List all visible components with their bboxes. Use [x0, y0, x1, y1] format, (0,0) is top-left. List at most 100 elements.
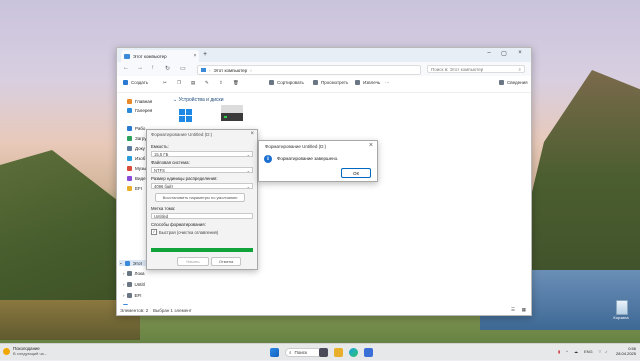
more-options-icon[interactable]: ···	[385, 80, 390, 85]
create-label: Создать	[131, 80, 149, 85]
drive-item-untitled[interactable]	[221, 105, 243, 121]
tab-close-icon[interactable]: ×	[191, 53, 199, 59]
store-icon[interactable]	[364, 348, 373, 357]
info-icon: i	[264, 155, 272, 163]
start-button[interactable]: Начать	[177, 257, 209, 266]
paste-icon[interactable]: ▤	[191, 80, 195, 86]
filesystem-select[interactable]: NTFS ⌄	[151, 167, 253, 173]
capacity-select[interactable]: 15,5 ГБ ⌄	[151, 151, 253, 157]
start-icon[interactable]	[270, 348, 279, 357]
create-button[interactable]: Создать	[123, 80, 148, 85]
cancel-button[interactable]: Отмена	[211, 257, 241, 266]
format-close-icon[interactable]: ×	[250, 131, 254, 137]
clock[interactable]: 0:56 28.04.2025	[612, 346, 636, 356]
taskbar-search[interactable]: ⌕ Поиск	[285, 348, 323, 357]
sidebar-item-gallery[interactable]: Галерея	[127, 108, 152, 113]
view-icon	[313, 80, 318, 85]
chevron-up-icon[interactable]: ^	[566, 349, 568, 354]
share-icon[interactable]: ⇪	[219, 80, 223, 86]
this-pc-icon	[124, 53, 130, 59]
usb-drive-icon	[221, 105, 243, 121]
recycle-bin-shortcut[interactable]: Корзина	[612, 300, 630, 322]
drive-icon	[126, 271, 132, 276]
search-input[interactable]: Поиск в: Этот компьютер ⌕	[427, 65, 525, 73]
sidebar-item-downloads[interactable]: Загру	[127, 136, 147, 141]
drive-item-windows[interactable]	[177, 109, 197, 125]
desktop-folder-icon	[127, 126, 132, 131]
weather-icon	[3, 347, 10, 355]
breadcrumb-chevron-icon: ›	[209, 67, 211, 73]
sidebar-item-home[interactable]: Главная	[127, 99, 152, 104]
search-placeholder: Поиск в: Этот компьютер	[431, 66, 484, 72]
ok-button[interactable]: ОК	[341, 168, 371, 178]
address-input[interactable]: › Этот компьютер ›	[197, 65, 421, 75]
onedrive-icon[interactable]: ☁	[574, 349, 578, 354]
minimize-button[interactable]: –	[483, 50, 495, 56]
filesystem-value: NTFS	[154, 167, 165, 173]
task-view-icon[interactable]	[319, 348, 328, 357]
details-view-icon[interactable]: ☰	[511, 307, 515, 313]
back-arrow-icon[interactable]: ←	[123, 65, 129, 71]
forward-arrow-icon[interactable]: →	[137, 65, 143, 71]
allocation-select[interactable]: 4096 байт ⌄	[151, 183, 253, 189]
volume-label-input[interactable]: Untitled	[151, 213, 253, 219]
allocation-value: 4096 байт	[154, 183, 174, 189]
eject-button[interactable]: Извлечь	[355, 80, 380, 85]
sidebar-item-documents[interactable]: Доку	[127, 146, 145, 151]
clock-date: 28.04.2025	[615, 351, 636, 356]
windows-drive-icon	[179, 109, 192, 122]
monitor-icon[interactable]: ▭	[180, 65, 186, 72]
chevron-right-icon: ›	[123, 293, 125, 298]
sidebar-item-desktop[interactable]: Рабо	[127, 126, 145, 131]
tree-item-local-disk[interactable]: › Лока	[123, 271, 145, 276]
tree-item-untitled[interactable]: › Untitl	[123, 282, 145, 287]
tree-item-efi[interactable]: › EFI	[123, 293, 142, 298]
search-icon: ⌕	[518, 66, 521, 72]
sort-button[interactable]: Сортировать	[269, 80, 304, 85]
notification-badge-icon[interactable]: ▮	[558, 349, 560, 354]
this-pc-icon	[124, 260, 130, 266]
sidebar-item-label: Главная	[135, 99, 153, 104]
volume-icon[interactable]: ♪	[605, 349, 607, 354]
up-arrow-icon[interactable]: ↑	[151, 65, 154, 71]
message-box-title: Форматирование Untitled (D:)	[265, 144, 327, 149]
rename-icon[interactable]: ✎	[205, 80, 209, 86]
edge-icon[interactable]	[349, 348, 358, 357]
close-window-button[interactable]: ×	[514, 50, 526, 56]
details-icon	[499, 80, 504, 85]
details-button[interactable]: Сведения	[499, 80, 528, 85]
quick-format-checkbox[interactable]: ✓ Быстрая (очистка оглавления)	[151, 229, 218, 235]
file-explorer-taskbar-icon[interactable]	[334, 348, 343, 357]
new-tab-button[interactable]: +	[203, 51, 207, 58]
tab-this-pc[interactable]: Этот компьютер ×	[121, 50, 199, 62]
sidebar-item-pictures[interactable]: Изоб	[127, 156, 145, 161]
sidebar-item-label: Рабо	[135, 126, 146, 131]
format-dialog-title: Форматирование Untitled (D:)	[151, 132, 213, 137]
maximize-button[interactable]: ▢	[498, 50, 510, 57]
volume-label-label: Метка тома:	[151, 206, 176, 211]
sidebar-item-music[interactable]: Музы	[127, 166, 146, 171]
view-button[interactable]: Просмотреть	[313, 80, 348, 85]
cut-icon[interactable]: ✂	[163, 80, 167, 86]
music-icon	[127, 166, 132, 171]
language-indicator[interactable]: ENG	[584, 349, 593, 354]
restore-defaults-button[interactable]: Восстановить параметры по умолчанию	[155, 193, 245, 202]
tiles-view-icon[interactable]: ▦	[522, 307, 526, 313]
progress-fill	[151, 248, 253, 252]
breadcrumb-chevron-icon: ›	[250, 67, 252, 73]
recycle-bin-icon	[616, 300, 628, 315]
network-icon[interactable]: ⌔	[598, 349, 602, 355]
refresh-icon[interactable]: ↻	[165, 65, 170, 72]
recycle-bin-label: Корзина	[613, 315, 629, 320]
sidebar-item-efi[interactable]: EFI	[127, 186, 142, 191]
videos-icon	[127, 176, 132, 181]
devices-group-header[interactable]: ⌄ Устройства и диски	[173, 97, 224, 103]
weather-widget[interactable]: Похолодание В следующий ча...	[3, 346, 47, 356]
delete-icon[interactable]: 🗑	[233, 80, 239, 86]
sort-label: Сортировать	[277, 80, 304, 85]
sidebar-item-videos[interactable]: Виде	[127, 176, 146, 181]
status-items-count: Элементов: 2	[120, 308, 149, 313]
message-close-icon[interactable]: ×	[369, 142, 373, 149]
chevron-down-icon: ⌄	[173, 97, 178, 103]
copy-icon[interactable]: ❐	[177, 80, 181, 86]
